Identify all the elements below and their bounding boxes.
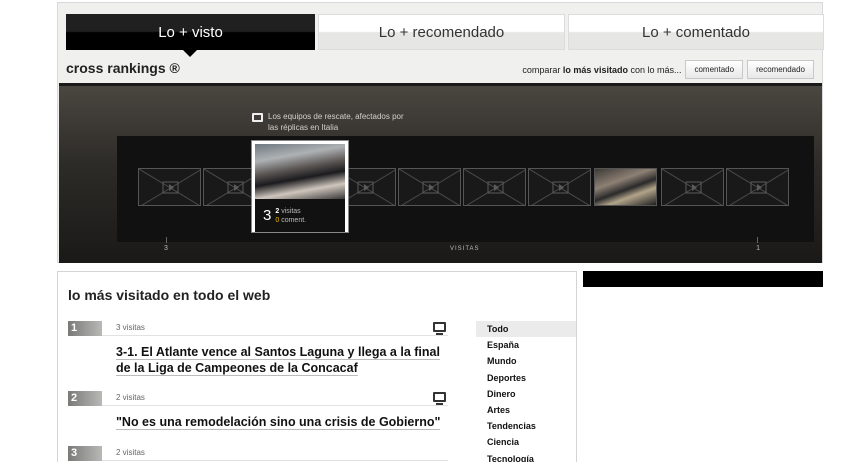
featured-stats: 2 visitas 0 coment. xyxy=(275,207,307,224)
rank-number: 3 xyxy=(68,446,102,461)
visits-scale: 3 VISITAS 1 xyxy=(117,237,814,261)
rank-number: 2 xyxy=(68,391,102,406)
scale-tick xyxy=(166,237,167,243)
featured-info: 3 2 visitas 0 coment. xyxy=(255,199,345,232)
video-thumb-icon[interactable] xyxy=(138,168,201,206)
featured-photo[interactable] xyxy=(255,144,345,199)
ranking-stage: Los equipos de rescate, afectados por la… xyxy=(59,83,822,263)
video-thumb-icon[interactable] xyxy=(463,168,526,206)
tooltip: Los equipos de rescate, afectados por la… xyxy=(252,111,408,133)
video-thumb-icon[interactable] xyxy=(726,168,789,206)
video-thumb-icon[interactable] xyxy=(528,168,591,206)
rank-number: 1 xyxy=(68,321,102,336)
tv-icon xyxy=(433,322,446,335)
category-item[interactable]: Artes xyxy=(476,402,576,418)
brand-title: cross rankings ® xyxy=(66,60,180,76)
category-item[interactable]: Tendencias xyxy=(476,418,576,434)
featured-item[interactable]: 3 2 visitas 0 coment. xyxy=(252,141,348,232)
tab-label: Lo + visto xyxy=(158,23,223,41)
tab-lo-mas-visto[interactable]: Lo + visto xyxy=(66,14,315,57)
category-list: Todo España Mundo Deportes Dinero Artes Tenden… xyxy=(476,321,576,462)
tv-icon xyxy=(252,113,263,122)
panel-title: lo más visitado en todo el web xyxy=(68,287,271,303)
category-item[interactable]: Mundo xyxy=(476,353,576,369)
category-item[interactable]: Ciencia xyxy=(476,434,576,450)
cross-rankings-widget: Lo + visto Lo + recomendado Lo + comenta… xyxy=(57,2,824,263)
video-thumb-icon[interactable] xyxy=(661,168,724,206)
tab-label: Lo + recomendado xyxy=(378,23,505,41)
tab-lo-mas-recomendado[interactable]: Lo + recomendado xyxy=(318,14,565,50)
headline-link[interactable]: 3-1. El Atlante vence al Santos Laguna y… xyxy=(116,344,456,376)
category-item[interactable]: Tecnología xyxy=(476,451,576,462)
category-item[interactable]: Deportes xyxy=(476,370,576,386)
compare-recomendado-button[interactable]: recomendado xyxy=(747,60,814,79)
featured-rank: 3 xyxy=(263,207,272,224)
scale-label: VISITAS xyxy=(450,246,480,252)
visit-count: 3 visitas xyxy=(116,323,145,332)
compare-bar: comparar lo más visitado con lo más... c… xyxy=(522,60,814,79)
active-tab-arrow-icon xyxy=(183,50,197,57)
video-thumb-icon[interactable] xyxy=(398,168,461,206)
list-item-header: 1 3 visitas xyxy=(68,321,448,336)
ranking-tabs: Lo + visto Lo + recomendado Lo + comenta… xyxy=(66,14,824,57)
thumbnail-strip xyxy=(117,136,814,242)
news-thumbnail-photo[interactable] xyxy=(594,168,657,206)
ad-banner xyxy=(583,271,823,287)
compare-comentado-button[interactable]: comentado xyxy=(685,60,744,79)
visit-count: 2 visitas xyxy=(116,448,145,457)
tab-lo-mas-comentado[interactable]: Lo + comentado xyxy=(568,14,824,50)
category-item[interactable]: España xyxy=(476,337,576,353)
most-visited-panel: lo más visitado en todo el web 1 3 visit… xyxy=(57,271,577,462)
list-item-header: 3 2 visitas xyxy=(68,446,448,461)
visit-count: 2 visitas xyxy=(116,393,145,402)
compare-label: comparar lo más visitado con lo más... xyxy=(522,64,682,75)
headline-link[interactable]: "No es una remodelación sino una crisis … xyxy=(116,414,456,430)
scale-tick xyxy=(757,237,758,243)
tv-icon xyxy=(433,392,446,405)
scale-right-value: 1 xyxy=(756,245,760,252)
tab-label: Lo + comentado xyxy=(642,23,750,41)
category-item[interactable]: Todo xyxy=(476,321,576,338)
scale-left-value: 3 xyxy=(164,245,168,252)
tooltip-text: Los equipos de rescate, afectados por la… xyxy=(268,112,404,132)
category-item[interactable]: Dinero xyxy=(476,386,576,402)
list-item-header: 2 2 visitas xyxy=(68,391,448,406)
